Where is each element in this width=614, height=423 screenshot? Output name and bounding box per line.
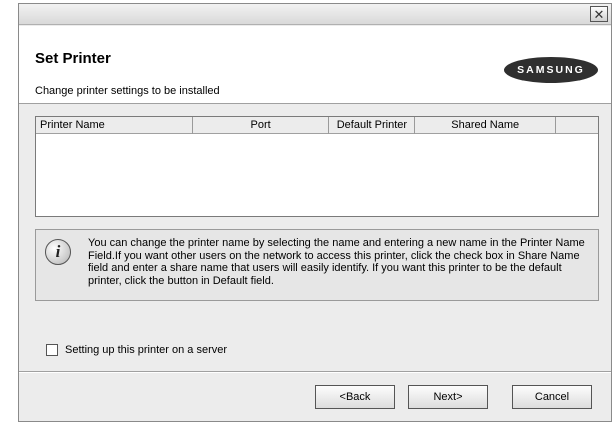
printer-table[interactable]: Printer Name Port Default Printer Shared… — [35, 116, 599, 217]
samsung-logo: SAMSUNG — [504, 57, 598, 83]
close-icon[interactable]: ✕ — [590, 6, 608, 22]
info-icon: i — [45, 239, 71, 265]
page-title: Set Printer — [35, 50, 111, 67]
server-checkbox[interactable] — [46, 344, 58, 356]
column-header-port[interactable]: Port — [193, 117, 330, 134]
cancel-button[interactable]: Cancel — [512, 385, 592, 409]
info-message-text: You can change the printer name by selec… — [88, 237, 585, 287]
column-header-shared-name[interactable]: Shared Name — [415, 117, 557, 134]
column-header-printer-name[interactable]: Printer Name — [36, 117, 193, 134]
column-header-blank — [556, 117, 598, 134]
footer-divider — [19, 371, 611, 373]
header-panel: Set Printer Change printer settings to b… — [19, 26, 611, 104]
column-header-default-printer[interactable]: Default Printer — [329, 117, 416, 134]
back-button[interactable]: <Back — [315, 385, 395, 409]
table-header: Printer Name Port Default Printer Shared… — [36, 117, 598, 134]
next-button[interactable]: Next> — [408, 385, 488, 409]
server-checkbox-label: Setting up this printer on a server — [65, 344, 228, 356]
installer-window: ✕ Set Printer Change printer settings to… — [18, 3, 612, 422]
server-option[interactable]: Setting up this printer on a server — [46, 344, 227, 356]
page-subtitle: Change printer settings to be installed — [35, 85, 220, 97]
info-message-box: i You can change the printer name by sel… — [35, 229, 599, 301]
title-bar: ✕ — [19, 4, 611, 25]
